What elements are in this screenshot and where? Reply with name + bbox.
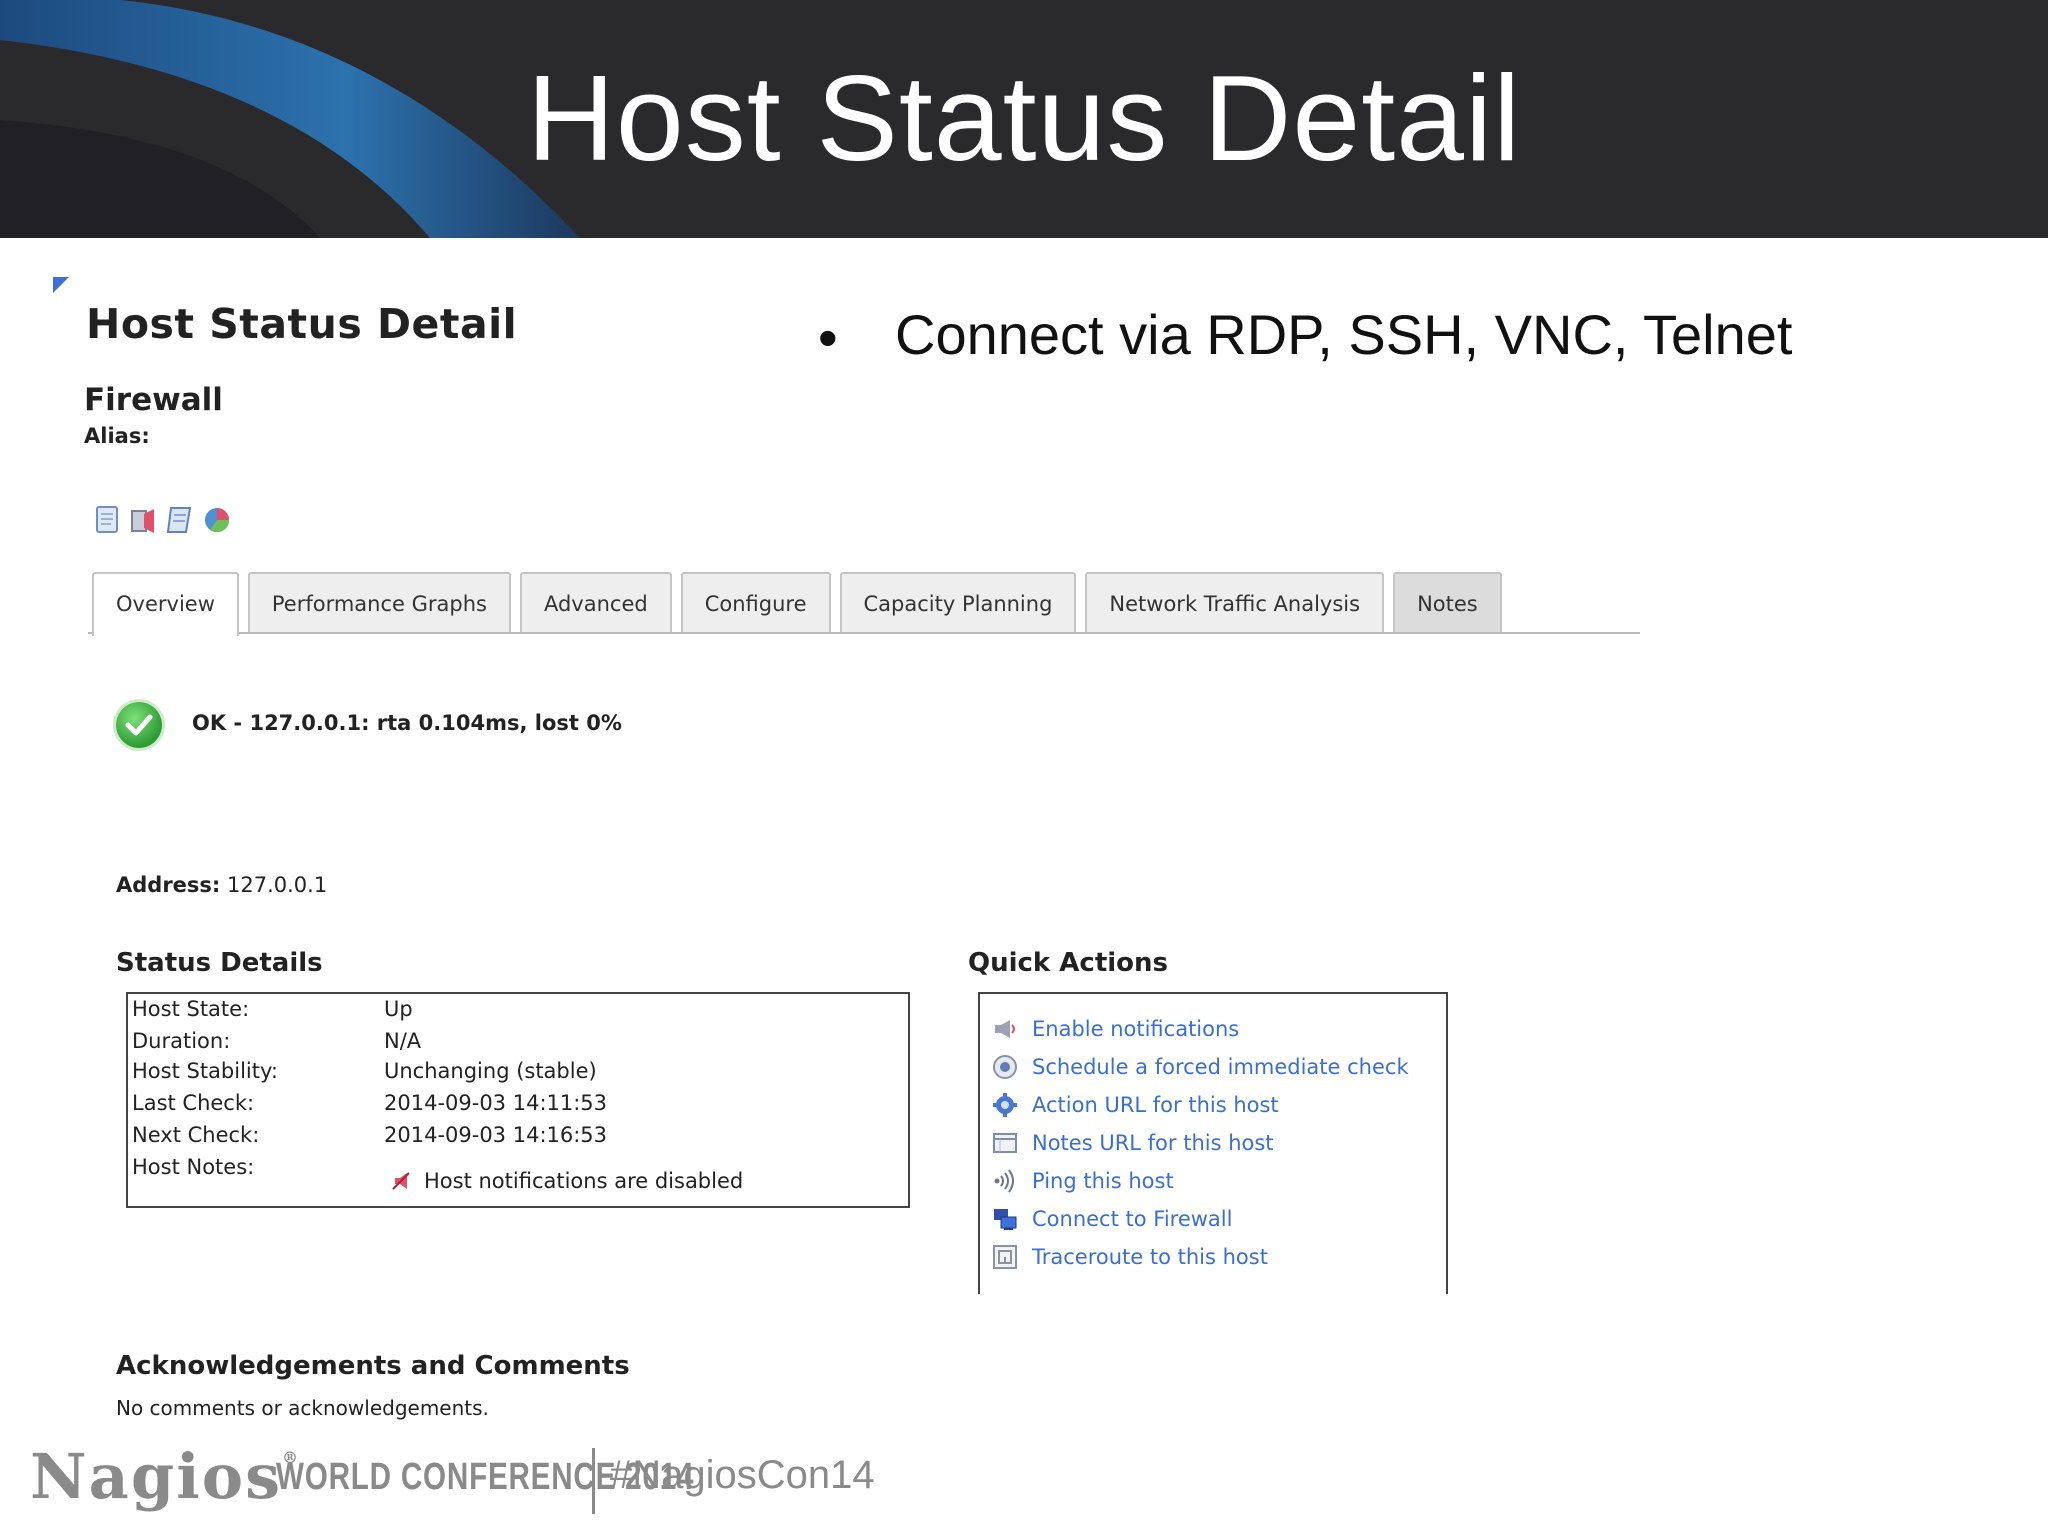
gear-icon (992, 1092, 1018, 1118)
tab-network-traffic-analysis[interactable]: Network Traffic Analysis (1085, 572, 1385, 632)
qa-enable-notifications-label: Enable notifications (1032, 1017, 1240, 1041)
tab-advanced[interactable]: Advanced (519, 572, 672, 632)
duration-label: Duration: (132, 1029, 231, 1053)
notification-icon[interactable] (130, 505, 158, 535)
ok-check-icon (116, 702, 162, 748)
address-value: 127.0.0.1 (227, 873, 328, 897)
conference-hashtag: #NagiosCon14 (610, 1453, 875, 1497)
acknowledgements-title: Acknowledgements and Comments (116, 1351, 630, 1381)
acknowledgements-text: No comments or acknowledgements. (116, 1396, 489, 1420)
quick-actions-box: Enable notifications Schedule a forced i… (978, 992, 1448, 1294)
tab-configure[interactable]: Configure (680, 572, 831, 632)
tab-capacity-planning[interactable]: Capacity Planning (839, 572, 1077, 632)
last-check-value: 2014-09-03 14:11:53 (384, 1091, 608, 1115)
notes-icon (992, 1130, 1018, 1156)
host-stability-label: Host Stability: (132, 1059, 278, 1083)
address-line: Address: 127.0.0.1 (116, 873, 327, 897)
quick-actions-title: Quick Actions (968, 948, 1169, 978)
slide-title: Host Status Detail (526, 50, 1522, 186)
host-name: Firewall (84, 382, 223, 418)
bullet-dot: • (818, 306, 838, 369)
megaphone-icon (992, 1016, 1018, 1042)
ping-icon (992, 1168, 1018, 1194)
host-state-value: Up (384, 997, 413, 1021)
clock-icon (992, 1054, 1018, 1080)
host-notes-label: Host Notes: (132, 1155, 255, 1179)
nagios-logo-text: Nagios (30, 1440, 283, 1513)
bullet-text: Connect via RDP, SSH, VNC, Telnet (895, 303, 1793, 366)
host-stability-value: Unchanging (stable) (384, 1059, 597, 1083)
host-state-label: Host State: (132, 997, 250, 1021)
qa-schedule-check[interactable]: Schedule a forced immediate check (992, 1052, 1409, 1082)
qa-schedule-check-label: Schedule a forced immediate check (1032, 1055, 1409, 1079)
document-icon[interactable] (94, 505, 122, 535)
pie-chart-icon[interactable] (202, 505, 230, 535)
alias-label: Alias: (84, 424, 150, 448)
qa-connect-label: Connect to Firewall (1032, 1207, 1233, 1231)
status-details-box: Host State: Up Duration: N/A Host Stabil… (126, 992, 910, 1208)
notifications-disabled-icon (392, 1168, 410, 1190)
status-details-title: Status Details (116, 948, 323, 978)
tab-notes[interactable]: Notes (1393, 572, 1502, 632)
qa-traceroute[interactable]: Traceroute to this host (992, 1242, 1268, 1272)
qa-traceroute-label: Traceroute to this host (1032, 1245, 1268, 1269)
traceroute-icon (992, 1244, 1018, 1270)
nagios-logo: Nagios® (30, 1440, 300, 1513)
qa-notes-url-label: Notes URL for this host (1032, 1131, 1274, 1155)
notifications-disabled-note: Host notifications are disabled (392, 1166, 743, 1196)
tab-performance-graphs[interactable]: Performance Graphs (247, 572, 511, 632)
last-check-label: Last Check: (132, 1091, 255, 1115)
qa-connect[interactable]: Connect to Firewall (992, 1204, 1232, 1234)
notifications-disabled-text: Host notifications are disabled (424, 1169, 744, 1193)
next-check-label: Next Check: (132, 1123, 260, 1147)
footer-divider (592, 1448, 595, 1514)
address-label: Address: (116, 873, 221, 897)
notes-icon[interactable] (166, 505, 194, 535)
qa-ping-label: Ping this host (1032, 1169, 1174, 1193)
qa-ping[interactable]: Ping this host (992, 1166, 1174, 1196)
status-output: OK - 127.0.0.1: rta 0.104ms, lost 0% (192, 711, 622, 735)
qa-action-url-label: Action URL for this host (1032, 1093, 1279, 1117)
corner-marker (53, 277, 69, 293)
qa-enable-notifications[interactable]: Enable notifications (992, 1014, 1239, 1044)
slide-header: Host Status Detail (0, 0, 2048, 238)
host-tool-icons (94, 505, 230, 535)
page-heading: Host Status Detail (86, 300, 518, 348)
remote-desktop-icon (992, 1206, 1018, 1232)
tab-overview[interactable]: Overview (92, 572, 239, 636)
duration-value: N/A (384, 1029, 422, 1053)
host-tabs: Overview Performance Graphs Advanced Con… (88, 572, 1640, 636)
qa-action-url[interactable]: Action URL for this host (992, 1090, 1279, 1120)
next-check-value: 2014-09-03 14:16:53 (384, 1123, 608, 1147)
qa-notes-url[interactable]: Notes URL for this host (992, 1128, 1274, 1158)
